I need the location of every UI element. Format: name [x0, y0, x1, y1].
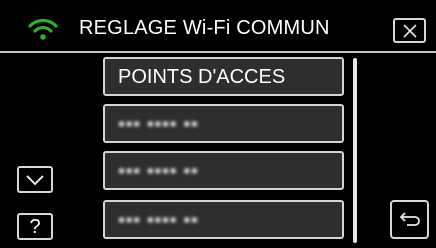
chevron-down-icon: [26, 174, 44, 185]
help-button[interactable]: ?: [17, 213, 53, 240]
return-arrow-icon: [399, 211, 420, 226]
wifi-signal-icon: [28, 18, 58, 40]
scrollbar[interactable]: [353, 58, 357, 243]
page-title: REGLAGE Wi-Fi COMMUN: [79, 17, 330, 39]
header-bar: REGLAGE Wi-Fi COMMUN: [0, 0, 436, 52]
list-item[interactable]: ▪▪▪ ▪▪▪▪ ▪▪: [103, 104, 344, 143]
list-item-points-acces[interactable]: POINTS D'ACCES: [103, 57, 344, 96]
list-item-label: ▪▪▪ ▪▪▪▪ ▪▪: [118, 160, 199, 182]
close-button[interactable]: [393, 18, 426, 43]
list-item-label: POINTS D'ACCES: [118, 66, 286, 88]
list-item[interactable]: ▪▪▪ ▪▪▪▪ ▪▪: [103, 151, 344, 190]
scroll-down-button[interactable]: [17, 166, 53, 193]
back-button[interactable]: [390, 200, 429, 239]
help-label: ?: [29, 215, 41, 238]
header-divider: [0, 51, 436, 53]
list-item-label: ▪▪▪ ▪▪▪▪ ▪▪: [118, 209, 199, 231]
list-item-label: ▪▪▪ ▪▪▪▪ ▪▪: [118, 113, 199, 135]
close-icon: [402, 23, 417, 38]
list-item[interactable]: ▪▪▪ ▪▪▪▪ ▪▪: [103, 200, 344, 239]
